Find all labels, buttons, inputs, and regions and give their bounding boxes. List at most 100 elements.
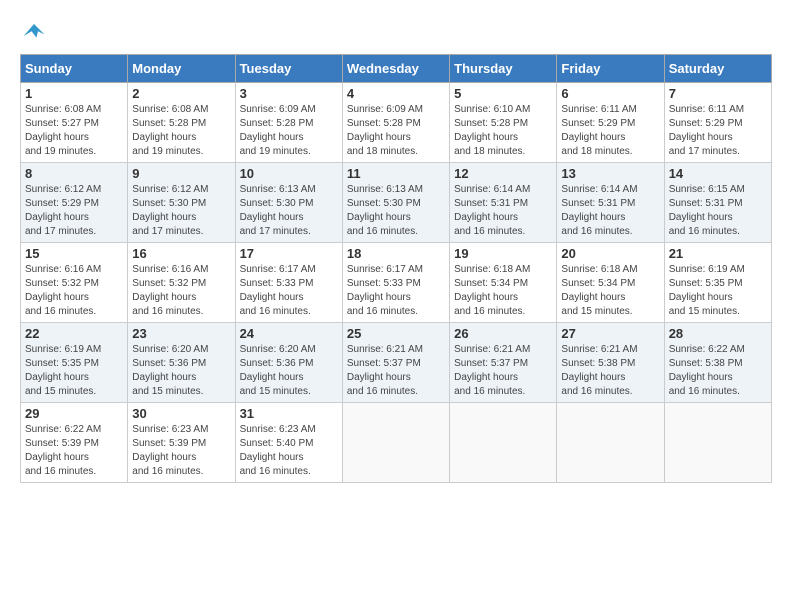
calendar-table: SundayMondayTuesdayWednesdayThursdayFrid…: [20, 54, 772, 483]
calendar-day-cell: 11 Sunrise: 6:13 AM Sunset: 5:30 PM Dayl…: [342, 163, 449, 243]
calendar-day-cell: 10 Sunrise: 6:13 AM Sunset: 5:30 PM Dayl…: [235, 163, 342, 243]
calendar-day-cell: 31 Sunrise: 6:23 AM Sunset: 5:40 PM Dayl…: [235, 403, 342, 483]
calendar-day-cell: 12 Sunrise: 6:14 AM Sunset: 5:31 PM Dayl…: [450, 163, 557, 243]
day-info: Sunrise: 6:13 AM Sunset: 5:30 PM Dayligh…: [347, 183, 445, 239]
calendar-day-cell: 20 Sunrise: 6:18 AM Sunset: 5:34 PM Dayl…: [557, 243, 664, 323]
day-info: Sunrise: 6:19 AM Sunset: 5:35 PM Dayligh…: [25, 343, 123, 399]
day-number: 25: [347, 326, 445, 341]
day-number: 26: [454, 326, 552, 341]
calendar-empty-cell: [342, 403, 449, 483]
day-info: Sunrise: 6:21 AM Sunset: 5:37 PM Dayligh…: [454, 343, 552, 399]
calendar-day-cell: 14 Sunrise: 6:15 AM Sunset: 5:31 PM Dayl…: [664, 163, 771, 243]
day-info: Sunrise: 6:09 AM Sunset: 5:28 PM Dayligh…: [347, 103, 445, 159]
calendar-empty-cell: [450, 403, 557, 483]
calendar-header-row: SundayMondayTuesdayWednesdayThursdayFrid…: [21, 55, 772, 83]
calendar-week-row: 8 Sunrise: 6:12 AM Sunset: 5:29 PM Dayli…: [21, 163, 772, 243]
day-number: 3: [240, 86, 338, 101]
calendar-day-cell: 18 Sunrise: 6:17 AM Sunset: 5:33 PM Dayl…: [342, 243, 449, 323]
day-number: 13: [561, 166, 659, 181]
calendar-day-cell: 3 Sunrise: 6:09 AM Sunset: 5:28 PM Dayli…: [235, 83, 342, 163]
calendar-day-cell: 16 Sunrise: 6:16 AM Sunset: 5:32 PM Dayl…: [128, 243, 235, 323]
calendar-day-cell: 6 Sunrise: 6:11 AM Sunset: 5:29 PM Dayli…: [557, 83, 664, 163]
day-number: 22: [25, 326, 123, 341]
day-number: 19: [454, 246, 552, 261]
calendar-day-cell: 8 Sunrise: 6:12 AM Sunset: 5:29 PM Dayli…: [21, 163, 128, 243]
day-info: Sunrise: 6:15 AM Sunset: 5:31 PM Dayligh…: [669, 183, 767, 239]
page-header: [20, 20, 772, 44]
calendar-day-cell: 2 Sunrise: 6:08 AM Sunset: 5:28 PM Dayli…: [128, 83, 235, 163]
calendar-week-row: 15 Sunrise: 6:16 AM Sunset: 5:32 PM Dayl…: [21, 243, 772, 323]
day-number: 7: [669, 86, 767, 101]
day-number: 14: [669, 166, 767, 181]
calendar-day-cell: 29 Sunrise: 6:22 AM Sunset: 5:39 PM Dayl…: [21, 403, 128, 483]
day-number: 17: [240, 246, 338, 261]
day-info: Sunrise: 6:21 AM Sunset: 5:38 PM Dayligh…: [561, 343, 659, 399]
day-number: 8: [25, 166, 123, 181]
calendar-day-cell: 17 Sunrise: 6:17 AM Sunset: 5:33 PM Dayl…: [235, 243, 342, 323]
day-info: Sunrise: 6:12 AM Sunset: 5:30 PM Dayligh…: [132, 183, 230, 239]
day-number: 4: [347, 86, 445, 101]
day-number: 12: [454, 166, 552, 181]
calendar-day-cell: 1 Sunrise: 6:08 AM Sunset: 5:27 PM Dayli…: [21, 83, 128, 163]
day-info: Sunrise: 6:09 AM Sunset: 5:28 PM Dayligh…: [240, 103, 338, 159]
calendar-day-cell: 27 Sunrise: 6:21 AM Sunset: 5:38 PM Dayl…: [557, 323, 664, 403]
day-info: Sunrise: 6:18 AM Sunset: 5:34 PM Dayligh…: [561, 263, 659, 319]
day-number: 10: [240, 166, 338, 181]
day-number: 5: [454, 86, 552, 101]
calendar-day-cell: 7 Sunrise: 6:11 AM Sunset: 5:29 PM Dayli…: [664, 83, 771, 163]
day-number: 18: [347, 246, 445, 261]
day-number: 9: [132, 166, 230, 181]
day-info: Sunrise: 6:21 AM Sunset: 5:37 PM Dayligh…: [347, 343, 445, 399]
header-thursday: Thursday: [450, 55, 557, 83]
day-info: Sunrise: 6:08 AM Sunset: 5:27 PM Dayligh…: [25, 103, 123, 159]
day-number: 28: [669, 326, 767, 341]
day-number: 21: [669, 246, 767, 261]
day-number: 1: [25, 86, 123, 101]
day-info: Sunrise: 6:12 AM Sunset: 5:29 PM Dayligh…: [25, 183, 123, 239]
calendar-day-cell: 22 Sunrise: 6:19 AM Sunset: 5:35 PM Dayl…: [21, 323, 128, 403]
day-number: 27: [561, 326, 659, 341]
day-number: 16: [132, 246, 230, 261]
day-number: 6: [561, 86, 659, 101]
calendar-day-cell: 4 Sunrise: 6:09 AM Sunset: 5:28 PM Dayli…: [342, 83, 449, 163]
day-info: Sunrise: 6:10 AM Sunset: 5:28 PM Dayligh…: [454, 103, 552, 159]
calendar-day-cell: 30 Sunrise: 6:23 AM Sunset: 5:39 PM Dayl…: [128, 403, 235, 483]
calendar-week-row: 1 Sunrise: 6:08 AM Sunset: 5:27 PM Dayli…: [21, 83, 772, 163]
day-number: 15: [25, 246, 123, 261]
calendar-day-cell: 25 Sunrise: 6:21 AM Sunset: 5:37 PM Dayl…: [342, 323, 449, 403]
day-number: 30: [132, 406, 230, 421]
header-wednesday: Wednesday: [342, 55, 449, 83]
calendar-day-cell: 23 Sunrise: 6:20 AM Sunset: 5:36 PM Dayl…: [128, 323, 235, 403]
day-info: Sunrise: 6:22 AM Sunset: 5:39 PM Dayligh…: [25, 423, 123, 479]
calendar-day-cell: 15 Sunrise: 6:16 AM Sunset: 5:32 PM Dayl…: [21, 243, 128, 323]
day-info: Sunrise: 6:11 AM Sunset: 5:29 PM Dayligh…: [561, 103, 659, 159]
day-info: Sunrise: 6:08 AM Sunset: 5:28 PM Dayligh…: [132, 103, 230, 159]
day-info: Sunrise: 6:17 AM Sunset: 5:33 PM Dayligh…: [240, 263, 338, 319]
logo: [20, 20, 46, 44]
day-number: 2: [132, 86, 230, 101]
day-info: Sunrise: 6:22 AM Sunset: 5:38 PM Dayligh…: [669, 343, 767, 399]
day-info: Sunrise: 6:11 AM Sunset: 5:29 PM Dayligh…: [669, 103, 767, 159]
header-tuesday: Tuesday: [235, 55, 342, 83]
day-number: 31: [240, 406, 338, 421]
day-number: 23: [132, 326, 230, 341]
header-monday: Monday: [128, 55, 235, 83]
calendar-week-row: 22 Sunrise: 6:19 AM Sunset: 5:35 PM Dayl…: [21, 323, 772, 403]
day-info: Sunrise: 6:14 AM Sunset: 5:31 PM Dayligh…: [454, 183, 552, 239]
calendar-week-row: 29 Sunrise: 6:22 AM Sunset: 5:39 PM Dayl…: [21, 403, 772, 483]
day-info: Sunrise: 6:19 AM Sunset: 5:35 PM Dayligh…: [669, 263, 767, 319]
day-number: 11: [347, 166, 445, 181]
calendar-day-cell: 19 Sunrise: 6:18 AM Sunset: 5:34 PM Dayl…: [450, 243, 557, 323]
day-info: Sunrise: 6:14 AM Sunset: 5:31 PM Dayligh…: [561, 183, 659, 239]
calendar-empty-cell: [557, 403, 664, 483]
day-info: Sunrise: 6:23 AM Sunset: 5:39 PM Dayligh…: [132, 423, 230, 479]
header-sunday: Sunday: [21, 55, 128, 83]
day-number: 24: [240, 326, 338, 341]
calendar-empty-cell: [664, 403, 771, 483]
header-friday: Friday: [557, 55, 664, 83]
day-info: Sunrise: 6:13 AM Sunset: 5:30 PM Dayligh…: [240, 183, 338, 239]
day-info: Sunrise: 6:20 AM Sunset: 5:36 PM Dayligh…: [240, 343, 338, 399]
logo-bird-icon: [22, 20, 46, 44]
day-info: Sunrise: 6:16 AM Sunset: 5:32 PM Dayligh…: [25, 263, 123, 319]
day-info: Sunrise: 6:20 AM Sunset: 5:36 PM Dayligh…: [132, 343, 230, 399]
